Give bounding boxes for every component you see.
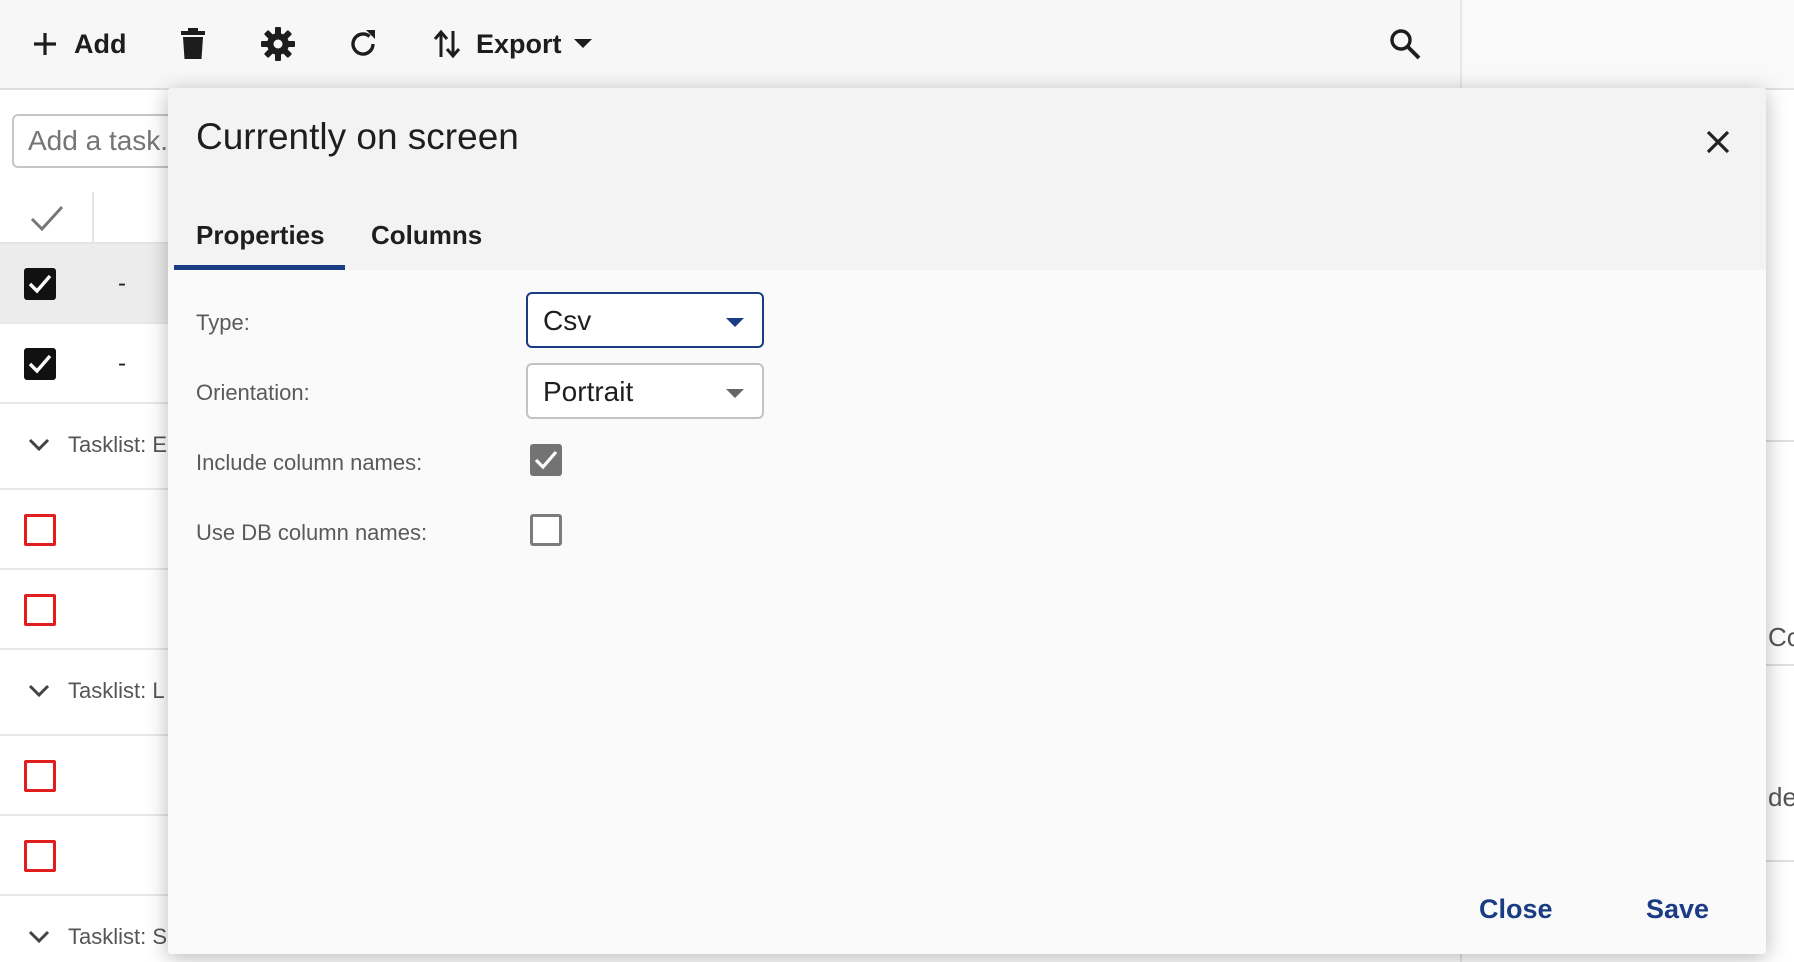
task-checkbox[interactable]: [24, 840, 56, 872]
dialog-header: Currently on screen Properties Columns: [168, 88, 1766, 270]
gear-icon: [261, 27, 295, 61]
close-icon: [1706, 130, 1730, 154]
column-divider: [92, 192, 94, 244]
task-checkbox[interactable]: [24, 514, 56, 546]
type-label: Type:: [196, 310, 250, 335]
add-button-label: Add: [74, 28, 127, 59]
chevron-down-icon: [28, 930, 50, 944]
settings-button[interactable]: [260, 22, 296, 66]
refresh-button[interactable]: [346, 22, 380, 66]
caret-down-icon: [573, 39, 592, 48]
toolbar: Add Export: [0, 0, 1460, 90]
orientation-select[interactable]: Portrait: [526, 363, 764, 419]
details-panel-header: [1462, 0, 1794, 90]
export-button-label: Export: [476, 28, 562, 59]
check-icon: [28, 274, 52, 294]
check-icon: [28, 354, 52, 374]
caret-down-icon: [726, 389, 744, 398]
export-button[interactable]: Export: [432, 22, 592, 66]
plus-icon: [34, 33, 56, 55]
dialog-title: Currently on screen: [196, 116, 519, 157]
sort-arrows-icon: [433, 29, 461, 59]
details-panel-text: Co: [1768, 622, 1794, 652]
search-icon: [1390, 29, 1421, 60]
tasklist-group-label: Tasklist: S: [68, 924, 168, 949]
include-column-names-label: Include column names:: [196, 450, 423, 475]
save-button[interactable]: Save: [1646, 894, 1709, 925]
details-panel-text: de: [1768, 782, 1794, 812]
check-all-icon[interactable]: [30, 204, 64, 232]
orientation-select-value: Portrait: [543, 376, 634, 407]
tasklist-group-label: Tasklist: E: [68, 432, 168, 457]
check-icon: [534, 450, 558, 470]
use-db-column-names-label: Use DB column names:: [196, 520, 428, 545]
tasklist-group-label: Tasklist: L: [68, 678, 165, 703]
refresh-icon: [351, 30, 375, 56]
add-button[interactable]: Add: [30, 22, 126, 66]
task-checkbox[interactable]: [24, 268, 56, 300]
tab-columns[interactable]: Columns: [371, 212, 482, 270]
chevron-down-icon: [28, 438, 50, 452]
type-select-value: Csv: [543, 305, 592, 336]
task-title: -: [118, 270, 126, 297]
task-checkbox[interactable]: [24, 760, 56, 792]
trash-icon: [181, 28, 205, 59]
tab-properties[interactable]: Properties: [174, 212, 345, 270]
task-checkbox[interactable]: [24, 594, 56, 626]
chevron-down-icon: [28, 684, 50, 698]
dialog-close-button[interactable]: [1698, 122, 1738, 162]
use-db-column-names-checkbox[interactable]: [530, 514, 562, 546]
type-select[interactable]: Csv: [526, 292, 764, 348]
delete-button[interactable]: [178, 22, 208, 66]
caret-down-icon: [726, 318, 744, 327]
search-button[interactable]: [1388, 22, 1422, 66]
include-column-names-checkbox[interactable]: [530, 444, 562, 476]
task-title: -: [118, 350, 126, 377]
export-settings-dialog: Currently on screen Properties Columns T…: [168, 88, 1766, 954]
close-button[interactable]: Close: [1479, 894, 1553, 925]
task-checkbox[interactable]: [24, 348, 56, 380]
orientation-label: Orientation:: [196, 380, 310, 405]
